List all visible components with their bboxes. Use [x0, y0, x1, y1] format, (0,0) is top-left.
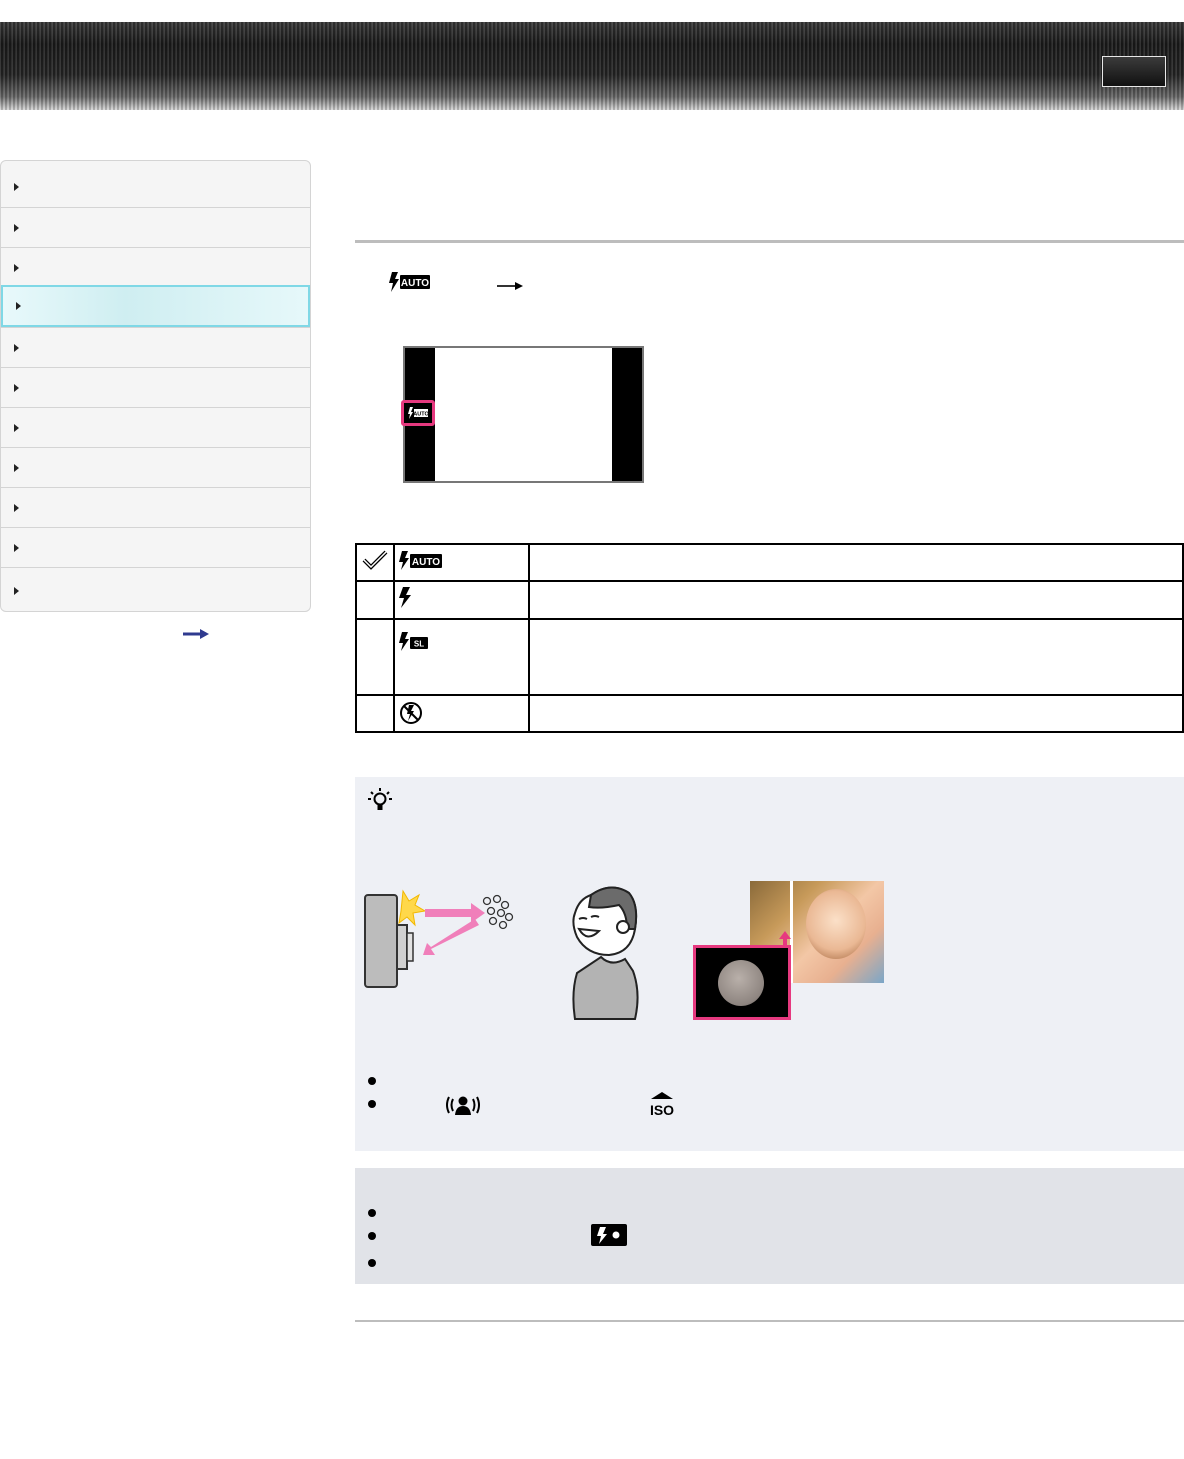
sidebar-item-7[interactable]	[1, 407, 310, 447]
triangle-bullet-icon	[16, 302, 21, 310]
triangle-bullet-icon	[14, 463, 19, 472]
sidebar-item-4-active[interactable]	[1, 285, 310, 327]
flash-modes-table: AUTO SL	[355, 543, 1184, 733]
right-arrow-icon	[497, 282, 523, 290]
orb-zoom-inset	[693, 945, 791, 1020]
triangle-bullet-icon	[14, 503, 19, 512]
table-row[interactable]	[355, 694, 1184, 733]
table-row[interactable]	[355, 580, 1184, 620]
sidebar-item-11[interactable]	[1, 567, 310, 611]
sidebar-item-1[interactable]	[1, 167, 310, 207]
triangle-bullet-icon	[14, 586, 19, 595]
flash-on-icon	[399, 587, 411, 608]
triangle-bullet-icon	[14, 423, 19, 432]
triangle-bullet-icon	[14, 183, 19, 191]
flash-auto-icon: AUTO	[389, 272, 430, 292]
table-row[interactable]: SL	[355, 618, 1184, 696]
bullet-point	[368, 1100, 376, 1108]
checkmark-icon	[362, 550, 388, 570]
slow-sync-icon: SL	[399, 632, 428, 651]
sidebar-item-6[interactable]	[1, 367, 310, 407]
bullet-point	[368, 1209, 376, 1217]
sidebar-item-2[interactable]	[1, 207, 310, 247]
iso-icon: ISO	[650, 1092, 674, 1117]
triangle-bullet-icon	[14, 343, 19, 352]
svg-text:SL: SL	[414, 640, 424, 649]
callout-pointer-icon	[779, 931, 791, 947]
camera-screen-preview: AUTO	[401, 346, 644, 483]
smiling-boy-illustration	[572, 886, 639, 1020]
flash-off-icon	[400, 702, 422, 724]
right-arrow-icon[interactable]	[183, 629, 209, 639]
sidebar-item-3[interactable]	[1, 247, 310, 287]
svg-text:AUTO: AUTO	[401, 278, 429, 289]
sidebar-item-10[interactable]	[1, 527, 310, 567]
note-panel	[355, 1168, 1184, 1284]
hint-panel: ISO	[355, 777, 1184, 1151]
svg-text:ISO: ISO	[650, 1102, 674, 1117]
flash-charging-icon	[591, 1224, 627, 1246]
svg-text:AUTO: AUTO	[413, 412, 429, 418]
triangle-bullet-icon	[14, 263, 19, 272]
lightbulb-icon	[368, 788, 392, 810]
triangle-bullet-icon	[14, 383, 19, 392]
header-button[interactable]	[1102, 56, 1166, 87]
triangle-bullet-icon	[14, 543, 19, 552]
triangle-bullet-icon	[14, 223, 19, 232]
bullet-point	[368, 1232, 376, 1240]
divider	[355, 1320, 1184, 1322]
sidebar-nav	[0, 160, 311, 612]
divider	[355, 240, 1184, 243]
bullet-point	[368, 1077, 376, 1085]
flash-reflection-illustration	[364, 889, 514, 988]
sidebar-item-9[interactable]	[1, 487, 310, 527]
svg-text:AUTO: AUTO	[412, 557, 440, 568]
sidebar-item-5[interactable]	[1, 327, 310, 367]
flash-mode-indicator-highlight: AUTO	[401, 400, 435, 426]
top-banner	[0, 22, 1184, 110]
flash-auto-icon: AUTO	[399, 551, 442, 570]
anti-blur-icon	[446, 1096, 480, 1115]
flash-auto-icon: AUTO	[408, 407, 429, 419]
sidebar-item-8[interactable]	[1, 447, 310, 487]
bullet-point	[368, 1259, 376, 1267]
table-row[interactable]: AUTO	[355, 543, 1184, 582]
